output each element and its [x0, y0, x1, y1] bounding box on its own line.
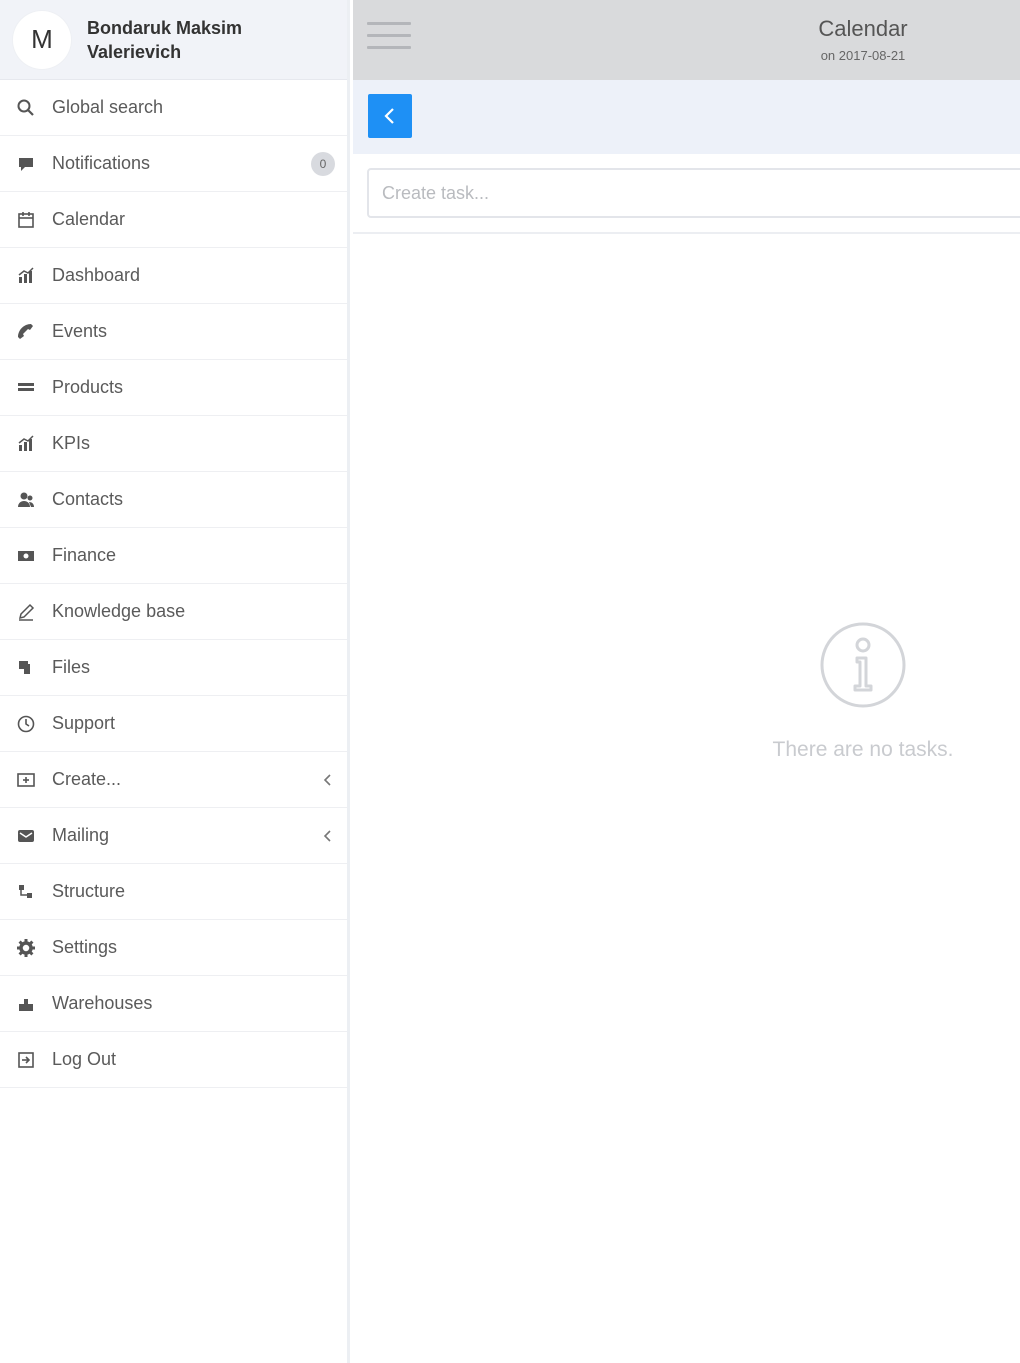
sidebar-item-label: Mailing	[52, 825, 110, 845]
sidebar-item-calendar[interactable]: Calendar	[0, 192, 347, 248]
sidebar-item-label: Contacts	[52, 489, 124, 509]
sidebar-item-log-out[interactable]: Log Out	[0, 1032, 347, 1088]
sidebar-item-notifications[interactable]: Notifications 0	[0, 136, 347, 192]
page-title: Calendar	[818, 16, 908, 41]
sidebar-item-create[interactable]: Create...	[0, 752, 347, 808]
sidebar-item-label: KPIs	[52, 433, 91, 453]
sidebar-item-label: Structure	[52, 881, 126, 901]
page-subtitle: on 2017-08-21	[820, 48, 906, 63]
logout-icon	[14, 1048, 38, 1072]
empty-state-message: There are no tasks.	[772, 738, 954, 761]
sidebar-item-kpis[interactable]: KPIs	[0, 416, 347, 472]
sidebar-item-label: Calendar	[52, 209, 126, 229]
sidebar-item-structure[interactable]: Structure	[0, 864, 347, 920]
sidebar-item-label: Warehouses	[52, 993, 153, 1013]
sidebar-item-label: Knowledge base	[52, 601, 186, 621]
money-icon	[14, 544, 38, 568]
sidebar-item-label: Notifications	[52, 153, 151, 173]
calendar-icon	[14, 208, 38, 232]
chat-bubble-icon	[14, 152, 38, 176]
sidebar-item-label: Files	[52, 657, 91, 677]
hamburger-menu-icon[interactable]	[367, 22, 411, 58]
sidebar-item-label: Create...	[52, 769, 122, 789]
task-input-row	[353, 154, 1020, 234]
user-name: Bondaruk Maksim Valerievich	[87, 17, 243, 62]
pencil-icon	[14, 600, 38, 624]
chevron-left-icon	[384, 108, 394, 124]
warehouse-icon	[14, 992, 38, 1016]
create-task-input[interactable]	[367, 168, 1020, 218]
phone-icon	[14, 320, 38, 344]
gear-icon	[14, 936, 38, 960]
main-content: Calendar on 2017-08-21 There are no task…	[353, 0, 1020, 1363]
sidebar-item-knowledge-base[interactable]: Knowledge base	[0, 584, 347, 640]
sidebar-item-label: Settings	[52, 937, 118, 957]
sidebar-item-contacts[interactable]: Contacts	[0, 472, 347, 528]
sidebar-item-label: Events	[52, 321, 108, 341]
sidebar-item-label: Finance	[52, 545, 117, 565]
top-bar: Calendar on 2017-08-21	[353, 0, 1020, 80]
sidebar-item-products[interactable]: Products	[0, 360, 347, 416]
sidebar-item-global-search[interactable]: Global search	[0, 80, 347, 136]
chart-icon	[14, 264, 38, 288]
empty-state: There are no tasks.	[733, 620, 993, 762]
users-icon	[14, 488, 38, 512]
info-icon	[820, 622, 906, 708]
sidebar-item-mailing[interactable]: Mailing	[0, 808, 347, 864]
structure-icon	[14, 880, 38, 904]
sidebar-item-label: Dashboard	[52, 265, 141, 285]
sidebar-item-label: Support	[52, 713, 116, 733]
user-profile-header[interactable]: M Bondaruk Maksim Valerievich	[0, 0, 347, 80]
sidebar-item-label: Global search	[52, 97, 164, 117]
sidebar-item-label: Log Out	[52, 1049, 117, 1069]
files-icon	[14, 656, 38, 680]
sidebar-item-files[interactable]: Files	[0, 640, 347, 696]
notifications-count-badge: 0	[311, 151, 335, 176]
sidebar-item-finance[interactable]: Finance	[0, 528, 347, 584]
search-icon	[14, 96, 38, 120]
chevron-left-icon[interactable]	[321, 829, 335, 843]
avatar[interactable]: M	[13, 10, 71, 69]
sidebar-item-support[interactable]: Support	[0, 696, 347, 752]
mail-icon	[14, 824, 38, 848]
sidebar-item-label: Products	[52, 377, 124, 397]
sidebar-item-warehouses[interactable]: Warehouses	[0, 976, 347, 1032]
toolbar	[353, 80, 1020, 154]
chart-icon	[14, 432, 38, 456]
sidebar-item-events[interactable]: Events	[0, 304, 347, 360]
sidebar-menu: Global search Notifications 0 Calendar D…	[0, 80, 347, 1088]
clock-icon	[14, 712, 38, 736]
sidebar: M Bondaruk Maksim Valerievich Global sea…	[0, 0, 350, 1363]
back-button[interactable]	[368, 94, 412, 138]
list-icon	[14, 376, 38, 400]
sidebar-item-settings[interactable]: Settings	[0, 920, 347, 976]
chevron-left-icon[interactable]	[321, 773, 335, 787]
create-icon	[14, 768, 38, 792]
sidebar-item-dashboard[interactable]: Dashboard	[0, 248, 347, 304]
